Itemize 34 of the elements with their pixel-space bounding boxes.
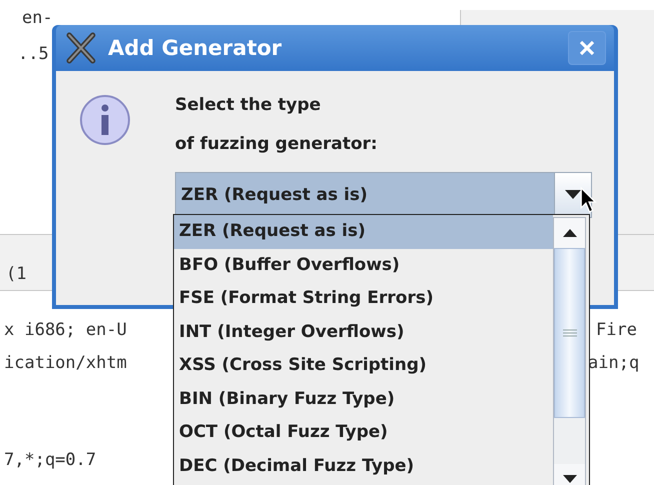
- code-text: ication/xhtm: [4, 353, 127, 373]
- caret-up-icon: [562, 229, 576, 237]
- caret-down-icon: [565, 190, 581, 200]
- scrollbar[interactable]: [553, 217, 586, 485]
- message-text: of fuzzing generator:: [175, 133, 378, 156]
- code-text: Fire: [596, 320, 637, 340]
- code-text: 7,*;q=0.7: [4, 450, 96, 470]
- scroll-thumb[interactable]: [554, 248, 585, 418]
- dropdown[interactable]: ZER (Request as is): [175, 172, 592, 218]
- list-option[interactable]: DEC (Decimal Fuzz Type): [174, 450, 553, 483]
- scroll-up-button[interactable]: [554, 218, 585, 248]
- caret-down-icon: [562, 475, 576, 483]
- list-option[interactable]: INT (Integer Overflows): [174, 316, 553, 349]
- list-option[interactable]: BFO (Buffer Overflows): [174, 248, 553, 282]
- list-option[interactable]: XSS (Cross Site Scripting): [174, 349, 553, 382]
- list-option[interactable]: BIN (Binary Fuzz Type): [174, 382, 553, 416]
- list-option[interactable]: OCT (Octal Fuzz Type): [174, 416, 553, 450]
- dropdown-value: ZER (Request as is): [180, 184, 369, 207]
- code-text: x i686; en-U: [4, 320, 127, 340]
- window-title: Add Generator: [108, 36, 283, 60]
- code-text: ..5: [18, 44, 49, 64]
- scroll-down-button[interactable]: [554, 464, 585, 485]
- list-option[interactable]: FSE (Format String Errors): [174, 282, 553, 316]
- code-text: (1: [6, 264, 26, 284]
- code-text: ain;q: [588, 353, 640, 373]
- list-option[interactable]: ZER (Request as is): [174, 215, 553, 248]
- close-button[interactable]: [568, 31, 606, 65]
- mouse-pointer-icon: [580, 187, 597, 214]
- grip-icon: [562, 329, 576, 337]
- info-icon: [78, 93, 132, 147]
- code-text: en-: [22, 8, 53, 28]
- close-icon: [577, 38, 597, 58]
- message-text: Select the type: [175, 94, 322, 117]
- x-logo-icon: [64, 32, 98, 64]
